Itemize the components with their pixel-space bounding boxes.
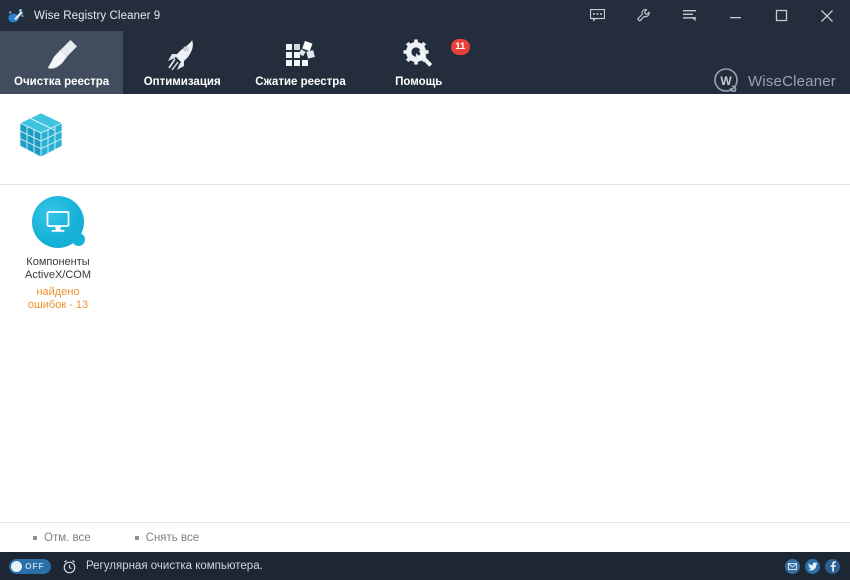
minimize-icon[interactable]	[712, 0, 758, 31]
bullet-icon	[134, 535, 139, 540]
scan-results-area: Компоненты ActiveX/COM найдено ошибок - …	[0, 186, 850, 522]
menu-list-icon[interactable]	[666, 0, 712, 31]
blocks-icon	[280, 37, 320, 73]
toggle-knob	[11, 560, 22, 572]
main-navigation: Очистка реестра Оптимизация Сжатие реест…	[0, 31, 850, 94]
footer-actions: Отм. все Снять все	[0, 522, 850, 552]
maximize-icon[interactable]	[758, 0, 804, 31]
social-links	[785, 558, 840, 574]
nav-tab-help[interactable]: Помощь 11	[360, 31, 478, 94]
w-circle-icon: W	[713, 67, 741, 95]
result-item-name: Компоненты ActiveX/COM	[24, 256, 91, 281]
scheduler-toggle[interactable]: OFF	[9, 558, 51, 574]
nav-tab-label: Очистка реестра	[14, 76, 110, 88]
nav-tab-registry-defrag[interactable]: Сжатие реестра	[241, 31, 360, 94]
gear-wrench-icon	[399, 37, 439, 73]
nav-tab-optimization[interactable]: Оптимизация	[123, 31, 241, 94]
deselect-all-label: Снять все	[145, 531, 200, 544]
nav-tab-label: Оптимизация	[143, 76, 221, 88]
facebook-icon[interactable]	[825, 558, 840, 574]
select-all-label: Отм. все	[44, 531, 91, 544]
result-item-found-count: найдено ошибок - 13	[27, 286, 89, 311]
nav-tab-registry-cleaner[interactable]: Очистка реестра	[0, 31, 124, 94]
application-window: Wise Registry Cleaner 9 Очистка реестра …	[0, 0, 850, 580]
nav-tab-label: Сжатие реестра	[255, 76, 346, 88]
nav-tab-label: Помощь	[395, 76, 443, 88]
email-icon[interactable]	[785, 558, 800, 574]
deselect-all-button[interactable]: Снять все	[134, 531, 200, 544]
tools-wrench-icon[interactable]	[620, 0, 666, 31]
result-item-activex-com[interactable]: Компоненты ActiveX/COM найдено ошибок - …	[13, 196, 103, 312]
help-badge-count: 11	[450, 39, 470, 55]
title-bar: Wise Registry Cleaner 9	[0, 0, 850, 31]
brand-name: WiseCleaner	[747, 72, 836, 90]
bullet-icon	[33, 535, 37, 540]
select-all-button[interactable]: Отм. все	[33, 532, 91, 544]
feedback-icon[interactable]	[574, 0, 620, 31]
window-title: Wise Registry Cleaner 9	[34, 9, 161, 22]
toggle-state-label: OFF	[25, 561, 45, 571]
alarm-clock-icon	[62, 559, 77, 574]
monitor-icon	[32, 196, 85, 248]
broom-icon	[41, 37, 83, 73]
status-bar: OFF Регулярная очистка компьютера.	[0, 552, 850, 580]
rocket-icon	[162, 37, 202, 73]
svg-text:W: W	[720, 74, 732, 88]
brand-logo: W WiseCleaner	[713, 67, 836, 95]
registry-cube-icon	[18, 111, 64, 161]
app-logo-icon	[7, 7, 25, 25]
scheduler-description: Регулярная очистка компьютера.	[86, 560, 263, 572]
scan-panel: HKEY_CLASSES_ROOT\AudioEngine\AudioProce…	[0, 94, 850, 258]
close-icon[interactable]	[804, 0, 850, 31]
twitter-icon[interactable]	[805, 558, 820, 574]
